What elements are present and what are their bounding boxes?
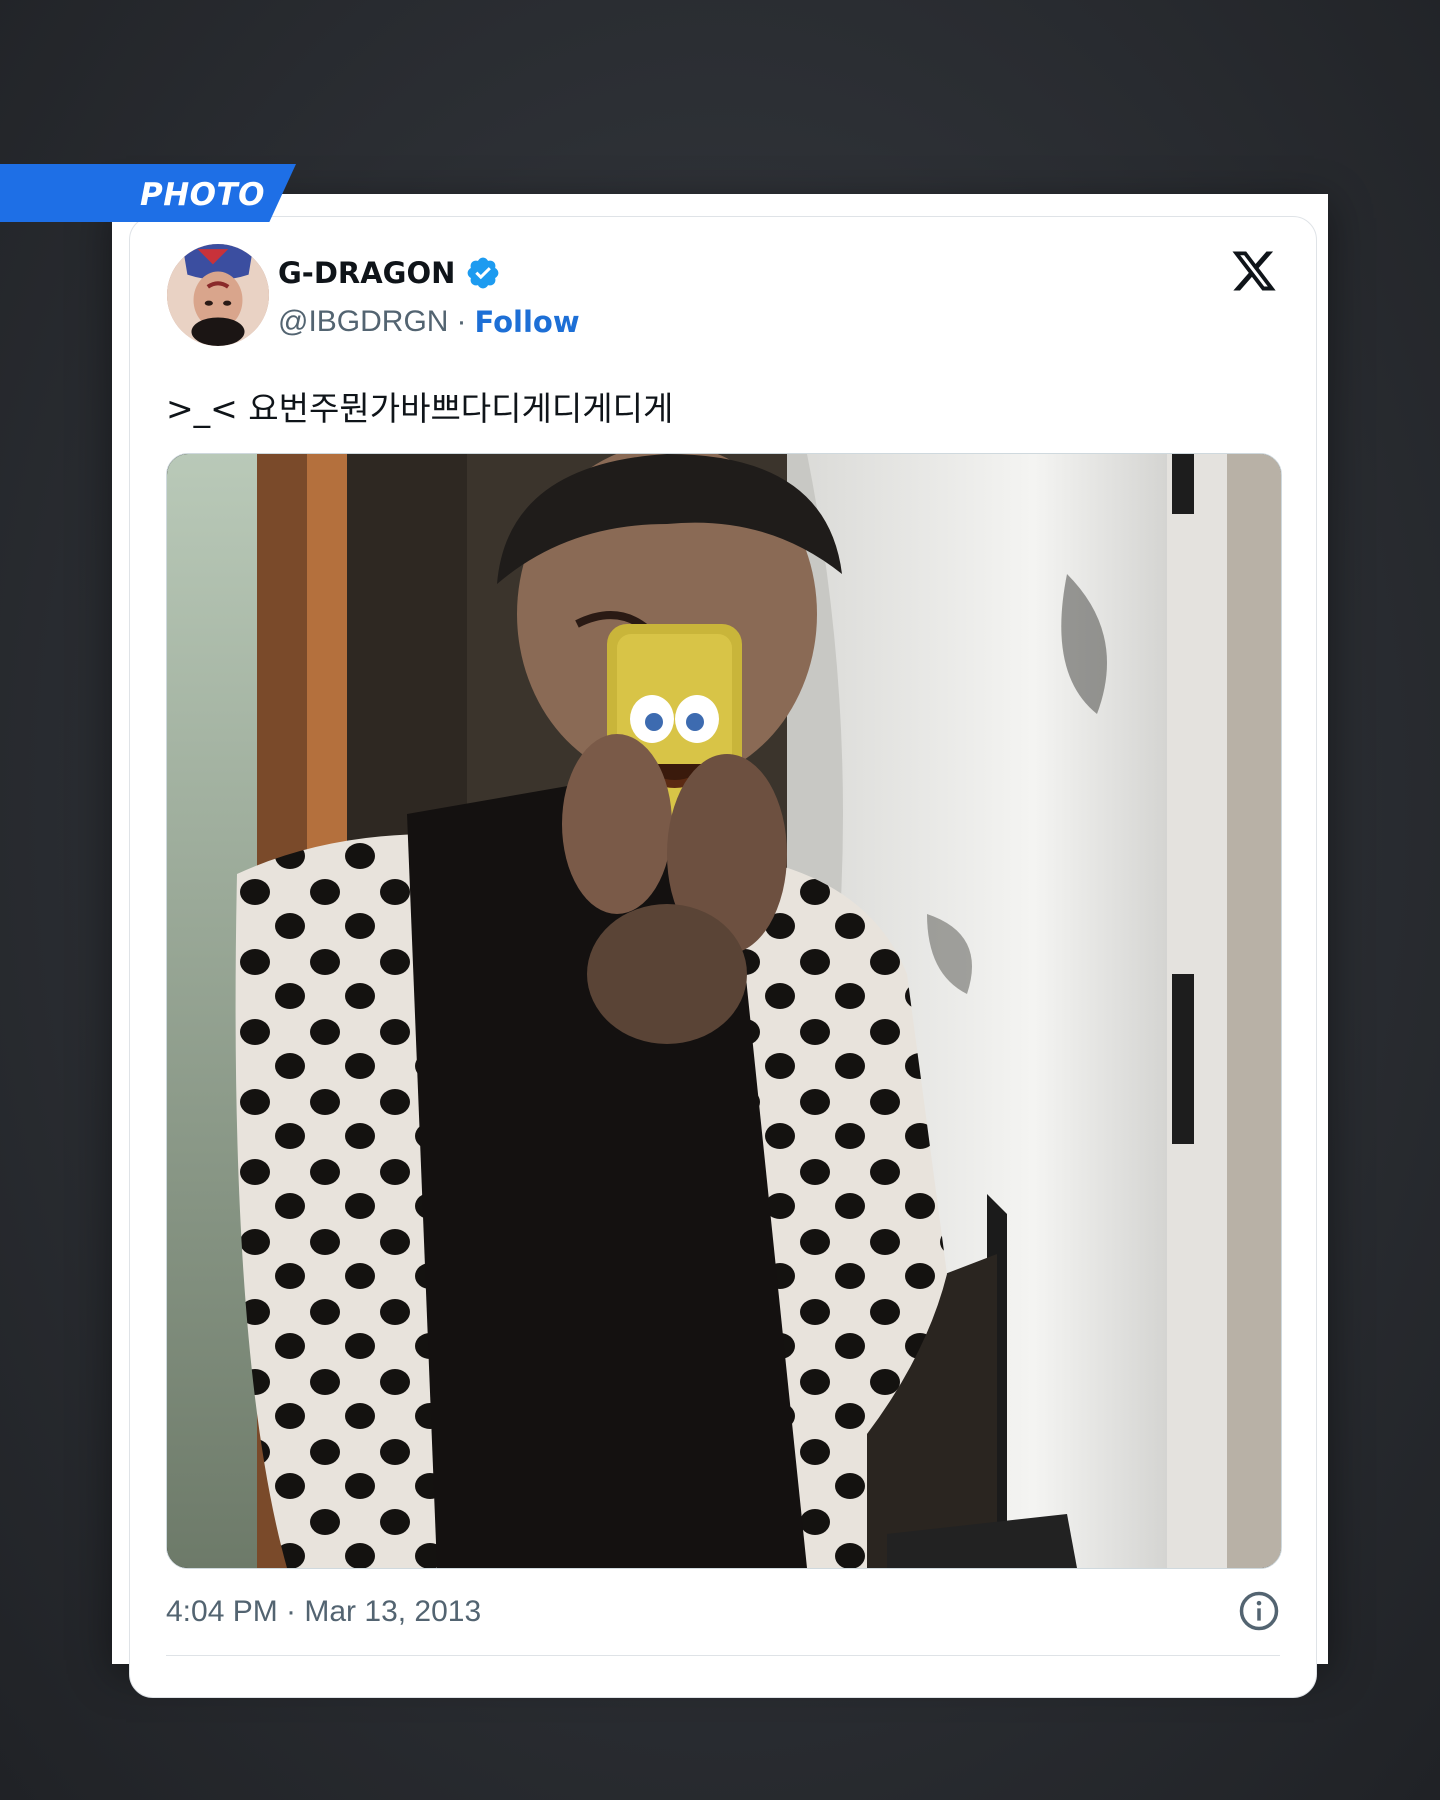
avatar-image: [167, 244, 269, 346]
photo-badge-label: PHOTO: [140, 177, 266, 213]
tweet-card[interactable]: G-DRAGON @IBGDRGN · Follow >_< 요번주뭔가바쁘다디…: [129, 216, 1317, 1698]
follow-button[interactable]: Follow: [474, 305, 579, 339]
info-icon[interactable]: [1238, 1590, 1280, 1632]
verified-badge-icon: [468, 257, 499, 289]
tweet-text: >_< 요번주뭔가바쁘다디게디게디게: [166, 389, 674, 428]
tweet-photo[interactable]: [166, 453, 1282, 1569]
card-divider: [166, 1655, 1280, 1656]
tweet-timestamp[interactable]: 4:04 PM · Mar 13, 2013: [166, 1595, 481, 1629]
avatar[interactable]: [167, 244, 269, 346]
separator-dot: ·: [456, 305, 467, 338]
x-logo-icon[interactable]: [1230, 247, 1278, 295]
embed-frame: G-DRAGON @IBGDRGN · Follow >_< 요번주뭔가바쁘다디…: [112, 194, 1328, 1698]
author-display-name[interactable]: G-DRAGON: [278, 256, 455, 290]
author-handle-row: @IBGDRGN · Follow: [278, 305, 580, 339]
mirror-selfie-photo: [167, 454, 1281, 1568]
author-name-row: G-DRAGON: [278, 255, 501, 291]
photo-badge: PHOTO: [0, 164, 296, 222]
author-handle[interactable]: @IBGDRGN: [278, 305, 448, 339]
